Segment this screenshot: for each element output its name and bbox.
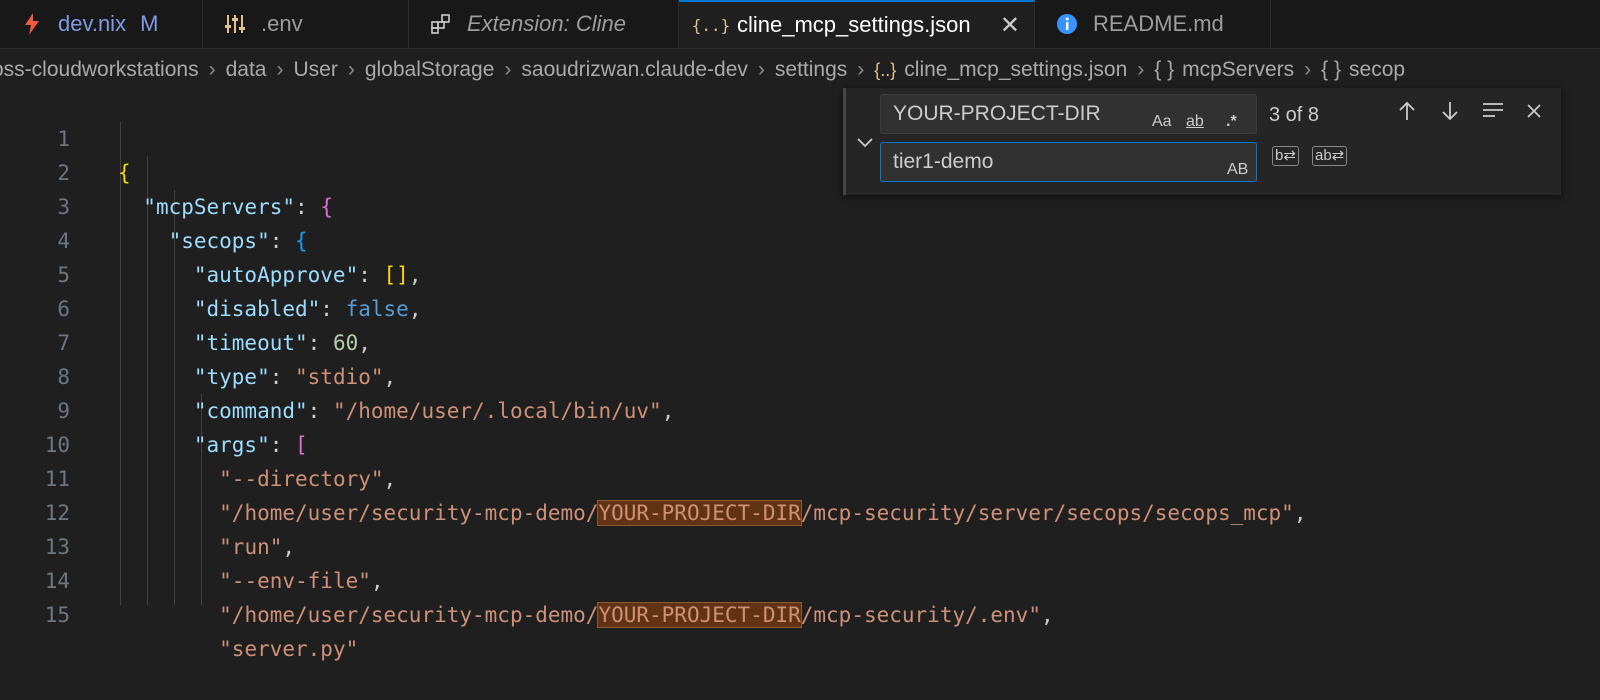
code-line: 11 "/home/user/security-mcp-demo/YOUR-PR… xyxy=(0,428,1600,526)
breadcrumb-item[interactable]: { } secop xyxy=(1321,58,1405,82)
breadcrumb-item[interactable]: saoudrizwan.claude-dev xyxy=(521,58,747,82)
find-replace-widget: YOUR-PROJECT-DIR Aa ab .* 3 of 8 tier1-d… xyxy=(843,88,1561,195)
tab-label: README.md xyxy=(1093,11,1224,36)
replace-input[interactable]: tier1-demo AB xyxy=(880,142,1257,182)
tab-label: dev.nix xyxy=(58,11,127,36)
object-braces-icon: { } xyxy=(1321,58,1342,81)
tab-label: Extension: Cline xyxy=(467,11,626,36)
tab-bar: dev.nix M .env Extension: Cline {..} cli… xyxy=(0,0,1600,49)
preserve-case-button[interactable]: AB xyxy=(1227,151,1248,189)
match-count: 3 of 8 xyxy=(1269,104,1320,126)
code-line: 6 "timeout": 60, xyxy=(0,258,1600,355)
info-icon xyxy=(1055,12,1079,36)
settings-sliders-icon xyxy=(223,12,247,36)
match-case-button[interactable]: Aa xyxy=(1152,103,1172,141)
tab-env[interactable]: .env xyxy=(203,0,409,48)
tab-label: cline_mcp_settings.json xyxy=(737,12,971,37)
code-line: 8 "command": "/home/user/.local/bin/uv", xyxy=(0,326,1600,423)
json-braces-icon: {..} xyxy=(691,15,731,35)
code-line: 13 "--env-file", xyxy=(0,496,1600,593)
code-line: 7 "type": "stdio", xyxy=(0,292,1600,389)
object-braces-icon: { } xyxy=(1154,58,1175,81)
json-braces-icon: {..} xyxy=(874,59,897,80)
close-icon[interactable]: ✕ xyxy=(1000,11,1020,40)
code-line: 4 "autoApprove": [], xyxy=(0,190,1600,287)
code-line: 14 "/home/user/security-mcp-demo/YOUR-PR… xyxy=(0,530,1600,628)
close-icon[interactable] xyxy=(1521,100,1547,126)
chevron-right-icon: › xyxy=(208,58,216,81)
chevron-right-icon: › xyxy=(757,58,765,81)
chevron-right-icon: › xyxy=(347,58,355,81)
regex-button[interactable]: .* xyxy=(1226,103,1237,141)
breadcrumb-item[interactable]: {..} cline_mcp_settings.json xyxy=(874,58,1127,82)
code-line: 12 "run", xyxy=(0,462,1600,559)
tab-cline-mcp-settings[interactable]: {..} cline_mcp_settings.json ✕ xyxy=(679,0,1035,48)
search-input[interactable]: YOUR-PROJECT-DIR Aa ab .* xyxy=(880,94,1257,134)
match-whole-word-button[interactable]: ab xyxy=(1186,103,1204,141)
arrow-up-icon[interactable] xyxy=(1394,100,1420,128)
code-line: 15 "server.py" xyxy=(0,564,1600,661)
code-line: 10 "--directory", xyxy=(0,394,1600,491)
replace-icon[interactable]: b⇄ xyxy=(1272,146,1299,166)
find-in-selection-icon[interactable] xyxy=(1480,100,1506,126)
breadcrumb: oss-cloudworkstations › data › User › gl… xyxy=(0,52,1592,88)
breadcrumb-item[interactable]: { } mcpServers xyxy=(1154,58,1294,82)
chevron-right-icon: › xyxy=(276,58,284,81)
chevron-down-icon[interactable] xyxy=(856,132,874,155)
code-line: 9 "args": [ xyxy=(0,360,1600,457)
breadcrumb-item[interactable]: globalStorage xyxy=(365,58,495,82)
chevron-right-icon: › xyxy=(1137,58,1145,81)
search-match-highlight: YOUR-PROJECT-DIR xyxy=(597,602,802,628)
tab-readme[interactable]: README.md xyxy=(1035,0,1271,48)
extensions-icon xyxy=(429,12,453,36)
code-line: 5 "disabled": false, xyxy=(0,224,1600,321)
flash-icon xyxy=(20,12,44,36)
replace-all-icon[interactable]: ab⇄ xyxy=(1312,146,1348,166)
tab-dev-nix[interactable]: dev.nix M xyxy=(0,0,203,48)
modified-badge: M xyxy=(140,11,159,36)
line-number: 15 xyxy=(44,603,70,627)
chevron-right-icon: › xyxy=(857,58,865,81)
breadcrumb-item[interactable]: oss-cloudworkstations xyxy=(0,58,199,82)
breadcrumb-item[interactable]: settings xyxy=(775,58,847,82)
breadcrumb-item[interactable]: data xyxy=(226,58,267,82)
chevron-right-icon: › xyxy=(1304,58,1312,81)
breadcrumb-item[interactable]: User xyxy=(293,58,337,82)
tab-label: .env xyxy=(261,11,303,36)
arrow-down-icon[interactable] xyxy=(1437,100,1463,128)
tab-extension-cline[interactable]: Extension: Cline xyxy=(409,0,679,48)
chevron-right-icon: › xyxy=(504,58,512,81)
